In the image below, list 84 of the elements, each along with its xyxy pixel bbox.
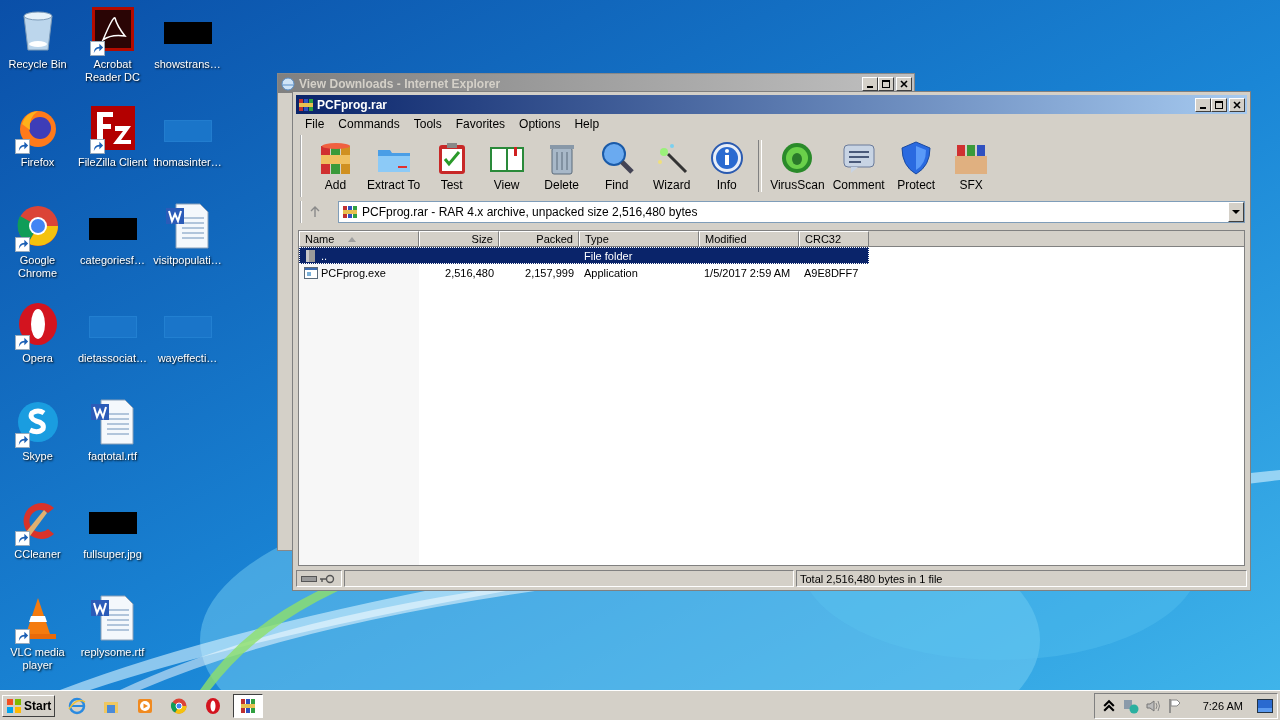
start-button[interactable]: Start <box>2 694 56 717</box>
desktop-icon-label[interactable]: wayeffecti… <box>150 352 225 365</box>
menu-item[interactable]: Tools <box>406 116 449 131</box>
close-button[interactable] <box>1229 97 1245 112</box>
menu-item[interactable]: Options <box>512 116 568 131</box>
column-header[interactable]: CRC32 <box>799 231 869 247</box>
opera-icon <box>203 696 222 715</box>
toolbar-button[interactable]: Extract To <box>363 140 425 192</box>
path-field[interactable]: PCFprog.rar - RAR 4.x archive, unpacked size 2,516,480 bytes <box>338 201 1245 223</box>
dropdown-arrow-icon[interactable] <box>1232 208 1240 216</box>
drive-icon <box>301 573 317 584</box>
toolbar-button[interactable]: Test <box>424 140 480 192</box>
desktop-icon-label[interactable]: faqtotal.rtf <box>75 450 150 463</box>
status-text: Total 2,516,480 bytes in 1 file <box>800 572 943 585</box>
toolbar-button[interactable]: SFX <box>943 140 999 192</box>
maximize-button[interactable] <box>878 76 894 91</box>
desktop-icon-label[interactable]: FileZilla Client <box>75 156 150 169</box>
menu-item[interactable]: Favorites <box>448 116 513 131</box>
close-icon <box>1232 99 1242 110</box>
desktop-icon-label[interactable]: showstrans… <box>150 58 225 71</box>
flag-icon[interactable] <box>1166 697 1183 714</box>
menu-item[interactable]: File <box>298 116 332 131</box>
toolbar-button[interactable]: Add <box>308 140 363 192</box>
maximize-icon <box>881 78 891 89</box>
info-icon <box>708 140 745 176</box>
toolbar-button[interactable]: Find <box>589 140 645 192</box>
toolbar-button[interactable]: Comment <box>828 140 889 192</box>
toolbar-button[interactable]: VirusScan <box>766 140 829 192</box>
books-icon <box>342 204 358 220</box>
desktop-icon-label[interactable]: Opera <box>0 352 75 365</box>
desktop-icon-label[interactable]: fullsuper.jpg <box>75 548 150 561</box>
key-icon <box>319 573 335 584</box>
file-row[interactable]: PCFprog.exe 2,516,480 2,157,999 Application 1/5/2017 2:59 AM A9E8DFF7 <box>299 264 869 281</box>
show-desktop-icon[interactable] <box>1257 698 1273 713</box>
column-header[interactable]: Size <box>419 231 499 247</box>
browser-icon <box>280 75 296 92</box>
menu-item[interactable]: Commands <box>331 116 407 131</box>
desktop-icon-label[interactable]: thomasinter… <box>150 156 225 169</box>
folder-icon <box>304 248 318 263</box>
document-icon[interactable] <box>163 202 212 250</box>
toolbar-button[interactable]: Info <box>699 140 755 192</box>
desktop-icon-label[interactable]: visitpopulati… <box>150 254 225 267</box>
up-arrow-icon <box>309 206 321 218</box>
desktop-icon-label[interactable]: Recycle Bin <box>0 58 75 71</box>
toolbar-button[interactable]: Delete <box>534 140 590 192</box>
desktop-icon-label[interactable]: Google Chrome <box>0 254 75 280</box>
window-title: PCFprog.rar <box>317 97 387 112</box>
column-header[interactable]: Modified <box>699 231 799 247</box>
minimize-button[interactable] <box>1195 97 1211 112</box>
menu-item[interactable]: Help <box>567 116 607 131</box>
desktop-icon-label[interactable]: categoriesf… <box>75 254 150 267</box>
close-button[interactable] <box>896 76 912 91</box>
close-icon <box>899 78 909 89</box>
books-icon <box>298 96 314 113</box>
file-row[interactable]: .. File folder <box>299 247 869 264</box>
window-title: View Downloads - Internet Explorer <box>299 76 501 91</box>
minimize-icon <box>1200 106 1206 109</box>
toolbar-button[interactable]: Protect <box>888 140 944 192</box>
desktop-icon-label[interactable]: replysome.rtf <box>75 646 150 659</box>
toolbar-button[interactable]: Wizard <box>644 140 700 192</box>
column-header[interactable]: Packed <box>499 231 579 247</box>
ie-icon <box>67 696 86 715</box>
winrar-icon <box>239 696 258 715</box>
document-icon[interactable] <box>88 398 137 446</box>
desktop-icon-label[interactable]: dietassociat… <box>75 352 150 365</box>
document-icon[interactable] <box>88 594 137 642</box>
minimize-icon <box>867 85 873 88</box>
windows-logo-icon <box>6 697 22 714</box>
winrar-taskbar-button[interactable] <box>233 693 264 718</box>
minimize-button[interactable] <box>862 76 878 91</box>
desktop-icon-label[interactable]: CCleaner <box>0 548 75 561</box>
desktop-icon-label[interactable]: Skype <box>0 450 75 463</box>
desktop-icon-label[interactable]: Firefox <box>0 156 75 169</box>
maximize-icon <box>1214 99 1224 110</box>
clock[interactable]: 7:26 AM <box>1202 699 1243 712</box>
application-icon <box>304 265 318 280</box>
toolbar-button[interactable]: View <box>479 140 535 192</box>
chrome-icon <box>169 696 188 715</box>
maximize-button[interactable] <box>1211 97 1227 112</box>
desktop-icon-label[interactable]: VLC media player <box>0 646 75 672</box>
column-header[interactable]: Type <box>579 231 699 247</box>
column-header[interactable]: Name <box>299 231 419 247</box>
desktop-icon-label[interactable]: Acrobat Reader DC <box>75 58 150 84</box>
media-icon <box>135 696 154 715</box>
